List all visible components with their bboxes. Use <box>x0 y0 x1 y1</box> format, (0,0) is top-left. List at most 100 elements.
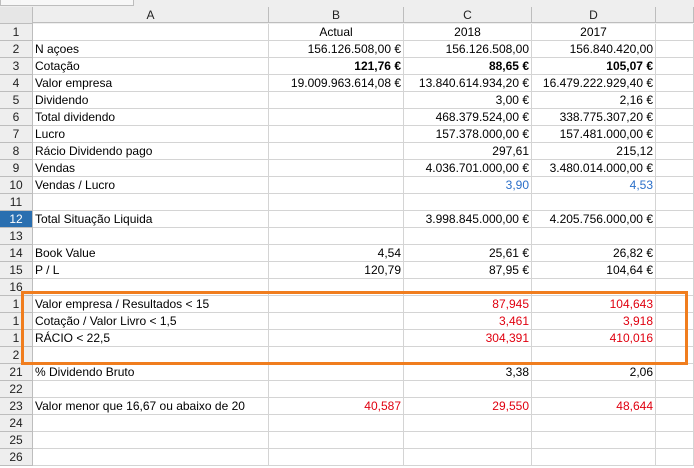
cell-c[interactable] <box>404 279 532 296</box>
cell-e[interactable] <box>656 279 694 296</box>
cell-e[interactable] <box>656 296 694 313</box>
cell-a[interactable]: Valor menor que 16,67 ou abaixo de 20 <box>33 398 269 415</box>
cell-e[interactable] <box>656 432 694 449</box>
row-header[interactable]: 12 <box>0 211 33 228</box>
row-header[interactable]: 15 <box>0 262 33 279</box>
cell-d[interactable]: 157.481.000,00 € <box>532 126 656 143</box>
cell-d[interactable]: 105,07 € <box>532 58 656 75</box>
cell-e[interactable] <box>656 194 694 211</box>
cell-b[interactable]: 120,79 <box>269 262 404 279</box>
cell-e[interactable] <box>656 262 694 279</box>
cell-b[interactable] <box>269 194 404 211</box>
cell-d[interactable]: 156.840.420,00 <box>532 41 656 58</box>
cell-e[interactable] <box>656 449 694 466</box>
row-header[interactable]: 23 <box>0 398 33 415</box>
cell-b[interactable]: 156.126.508,00 € <box>269 41 404 58</box>
cell-a[interactable]: Dividendo <box>33 92 269 109</box>
cell-e[interactable] <box>656 143 694 160</box>
cell-e[interactable] <box>656 364 694 381</box>
cell-b[interactable] <box>269 296 404 313</box>
cell-d[interactable] <box>532 432 656 449</box>
row-header[interactable]: 2 <box>0 347 33 364</box>
cell-e[interactable] <box>656 211 694 228</box>
row-header[interactable]: 25 <box>0 432 33 449</box>
cell-a[interactable]: Total Situação Liquida <box>33 211 269 228</box>
row-header[interactable]: 3 <box>0 58 33 75</box>
cell-a[interactable] <box>33 432 269 449</box>
cell-d[interactable]: 4,53 <box>532 177 656 194</box>
column-header-d[interactable]: D <box>532 7 656 23</box>
cell-b[interactable] <box>269 415 404 432</box>
cell-d[interactable]: 26,82 € <box>532 245 656 262</box>
row-header[interactable]: 1 <box>0 313 33 330</box>
cell-d[interactable] <box>532 228 656 245</box>
cell-e[interactable] <box>656 58 694 75</box>
cell-d[interactable]: 3,918 <box>532 313 656 330</box>
cell-d[interactable]: 48,644 <box>532 398 656 415</box>
cell-d[interactable] <box>532 449 656 466</box>
cell-b[interactable] <box>269 228 404 245</box>
cell-e[interactable] <box>656 75 694 92</box>
cell-c[interactable]: 297,61 <box>404 143 532 160</box>
row-header[interactable]: 11 <box>0 194 33 211</box>
select-all-corner[interactable] <box>0 7 33 24</box>
cell-b[interactable]: 40,587 <box>269 398 404 415</box>
cell-b[interactable] <box>269 347 404 364</box>
cell-a[interactable] <box>33 347 269 364</box>
cell-a[interactable] <box>33 194 269 211</box>
cell-d[interactable]: 2017 <box>532 24 656 41</box>
column-header-c[interactable]: C <box>404 7 532 23</box>
cell-c[interactable]: 468.379.524,00 € <box>404 109 532 126</box>
cell-c[interactable]: 4.036.701.000,00 € <box>404 160 532 177</box>
cell-d[interactable]: 2,06 <box>532 364 656 381</box>
row-header[interactable]: 5 <box>0 92 33 109</box>
cell-a[interactable] <box>33 228 269 245</box>
row-header[interactable]: 22 <box>0 381 33 398</box>
row-header[interactable]: 8 <box>0 143 33 160</box>
cell-d[interactable] <box>532 194 656 211</box>
cell-d[interactable]: 2,16 € <box>532 92 656 109</box>
cell-d[interactable]: 3.480.014.000,00 € <box>532 160 656 177</box>
cell-a[interactable] <box>33 24 269 41</box>
cell-e[interactable] <box>656 41 694 58</box>
cell-a[interactable]: N açoes <box>33 41 269 58</box>
cell-c[interactable] <box>404 381 532 398</box>
column-header-e[interactable] <box>656 7 694 23</box>
cell-c[interactable]: 3,461 <box>404 313 532 330</box>
cell-d[interactable]: 4.205.756.000,00 € <box>532 211 656 228</box>
row-header[interactable]: 6 <box>0 109 33 126</box>
cell-d[interactable]: 104,64 € <box>532 262 656 279</box>
cell-b[interactable]: 121,76 € <box>269 58 404 75</box>
cell-a[interactable]: RÁCIO < 22,5 <box>33 330 269 347</box>
cell-e[interactable] <box>656 126 694 143</box>
row-header[interactable]: 13 <box>0 228 33 245</box>
cell-e[interactable] <box>656 398 694 415</box>
cell-b[interactable] <box>269 313 404 330</box>
cell-c[interactable]: 87,95 € <box>404 262 532 279</box>
cell-e[interactable] <box>656 177 694 194</box>
cell-b[interactable]: 4,54 <box>269 245 404 262</box>
cell-a[interactable]: Valor empresa / Resultados < 15 <box>33 296 269 313</box>
cell-a[interactable] <box>33 279 269 296</box>
row-header[interactable]: 7 <box>0 126 33 143</box>
column-header-b[interactable]: B <box>269 7 404 23</box>
cell-e[interactable] <box>656 245 694 262</box>
cell-c[interactable]: 156.126.508,00 <box>404 41 532 58</box>
cell-d[interactable] <box>532 279 656 296</box>
cell-b[interactable] <box>269 92 404 109</box>
cell-a[interactable] <box>33 415 269 432</box>
cell-a[interactable]: P / L <box>33 262 269 279</box>
cell-c[interactable]: 88,65 € <box>404 58 532 75</box>
row-header[interactable]: 4 <box>0 75 33 92</box>
cell-e[interactable] <box>656 92 694 109</box>
cell-c[interactable]: 304,391 <box>404 330 532 347</box>
cell-c[interactable] <box>404 228 532 245</box>
cell-c[interactable] <box>404 347 532 364</box>
cell-a[interactable]: Total dividendo <box>33 109 269 126</box>
cell-e[interactable] <box>656 330 694 347</box>
cell-a[interactable] <box>33 449 269 466</box>
cell-c[interactable]: 3.998.845.000,00 € <box>404 211 532 228</box>
row-header[interactable]: 1 <box>0 296 33 313</box>
cell-b[interactable] <box>269 381 404 398</box>
row-header[interactable]: 14 <box>0 245 33 262</box>
